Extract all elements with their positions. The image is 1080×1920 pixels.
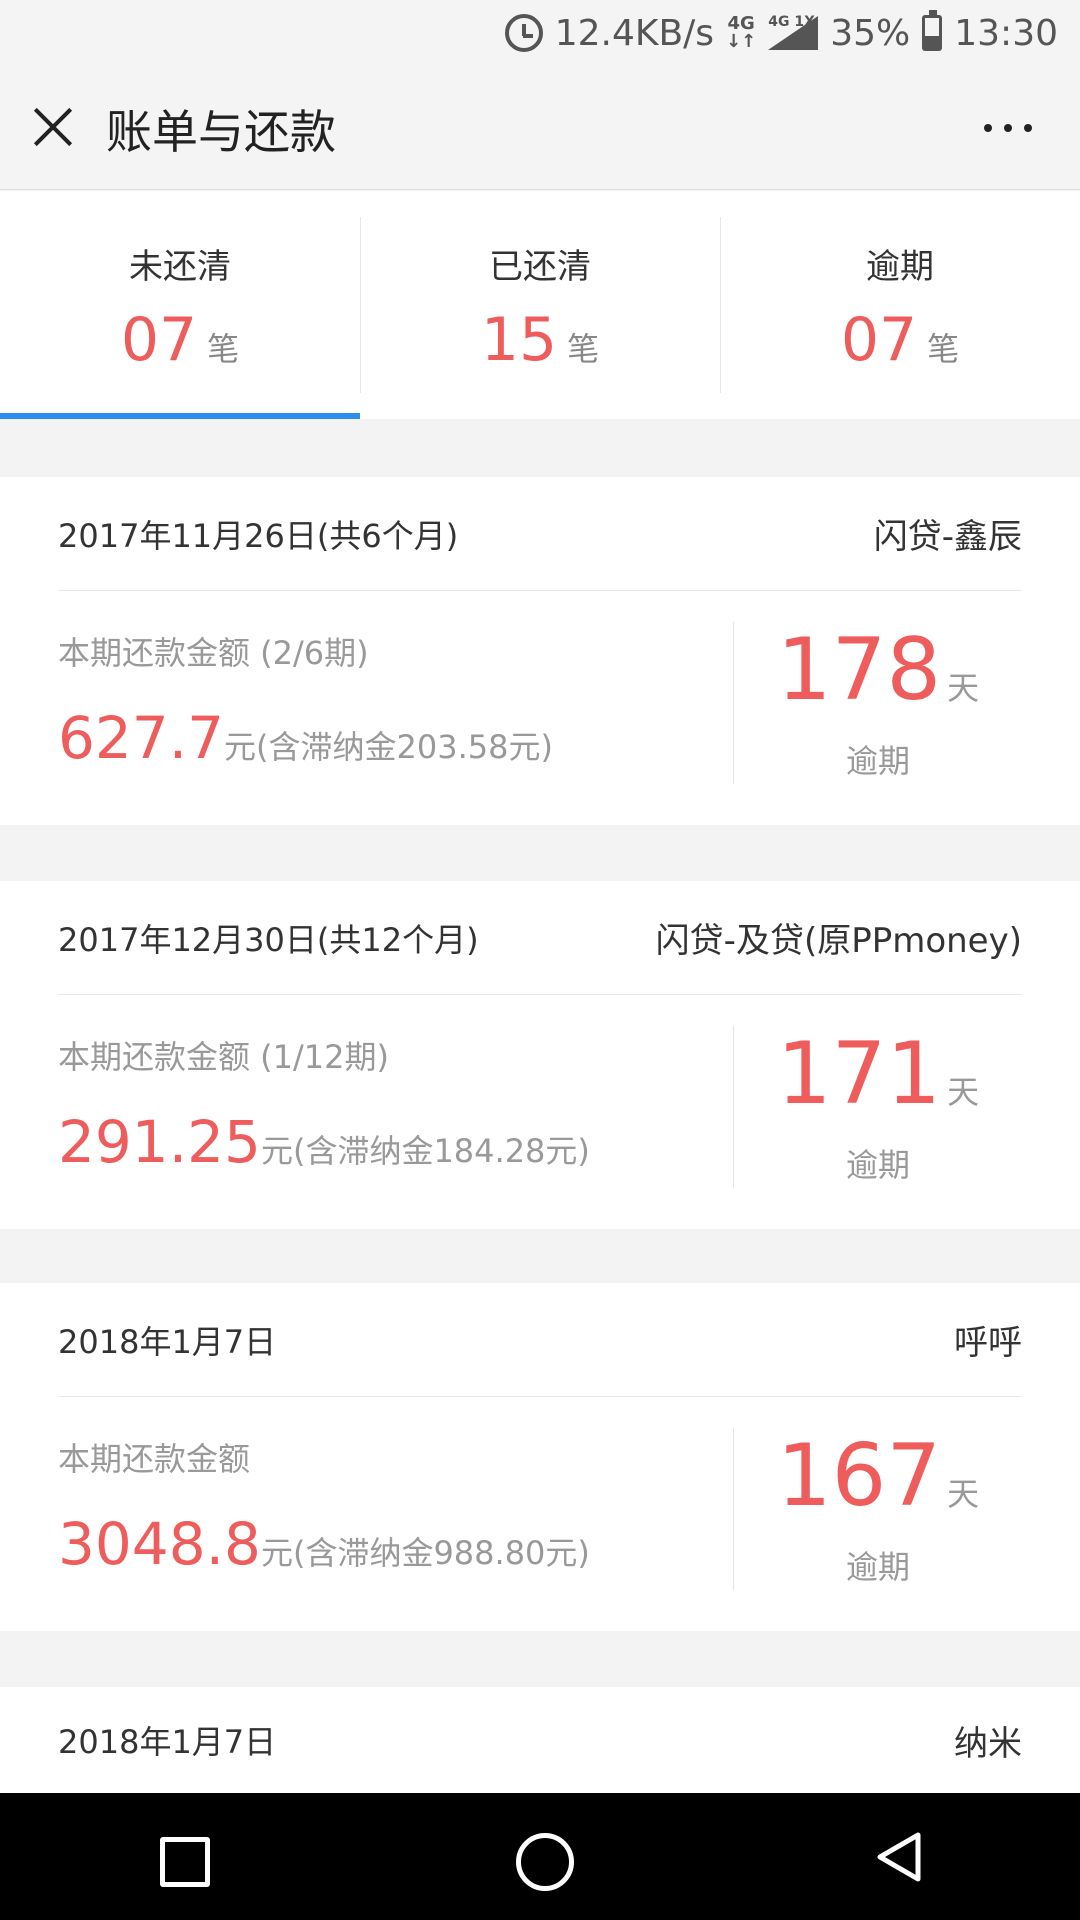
tab-count: 07	[840, 305, 918, 375]
tab-label: 已还清	[489, 247, 591, 287]
tab-unit: 笔	[567, 330, 600, 368]
bill-card-body: 本期还款金额 3048.8 元(含滞纳金988.80元) 167 天 逾期	[58, 1398, 1022, 1630]
bill-date: 2018年1月7日	[58, 1723, 277, 1761]
bill-card-header: 2018年1月7日 纳米	[58, 1687, 1022, 1793]
bill-date: 2017年12月30日(共12个月)	[58, 920, 479, 959]
signal-icon: 4G 1X	[768, 14, 819, 50]
tab-count: 07	[120, 305, 198, 375]
back-icon[interactable]	[860, 1817, 940, 1897]
bill-lender: 呼呼	[954, 1323, 1022, 1363]
overdue-label: 逾期	[845, 742, 910, 780]
bill-status-tabs: 未还清 07 笔 已还清 15 笔 逾期 07 笔	[0, 191, 1080, 419]
amount-value: 627.7	[58, 704, 225, 772]
amount-label: 本期还款金额	[58, 1440, 251, 1478]
amount-note: 元(含滞纳金203.58元)	[224, 728, 553, 766]
clock: 13:30	[954, 12, 1058, 54]
bill-card-header: 2017年12月30日(共12个月) 闪贷-及贷(原PPmoney)	[58, 881, 1022, 995]
tab-unit: 笔	[207, 330, 240, 368]
bill-date: 2018年1月7日	[58, 1322, 277, 1361]
tab-unpaid[interactable]: 未还清 07 笔	[0, 191, 360, 419]
network-type-icon: 4G ↓↑	[726, 13, 757, 52]
overdue-days: 171	[776, 1024, 942, 1124]
bill-lender: 纳米	[954, 1723, 1022, 1764]
bill-date: 2017年11月26日(共6个月)	[58, 516, 459, 555]
battery-percent: 35%	[830, 12, 911, 54]
tab-unit: 笔	[927, 330, 960, 368]
overdue-block: 171 天 逾期	[734, 996, 1022, 1228]
overdue-block: 178 天 逾期	[734, 592, 1022, 824]
bill-card[interactable]: 2017年12月30日(共12个月) 闪贷-及贷(原PPmoney) 本期还款金…	[0, 881, 1080, 1229]
amount-note: 元(含滞纳金184.28元)	[260, 1132, 590, 1170]
amount-note: 元(含滞纳金988.80元)	[260, 1534, 590, 1572]
recent-apps-icon[interactable]	[140, 1817, 220, 1897]
tab-paid[interactable]: 已还清 15 笔	[360, 191, 720, 419]
tab-overdue[interactable]: 逾期 07 笔	[720, 191, 1080, 419]
amount-label: 本期还款金额 (1/12期)	[58, 1038, 390, 1076]
overdue-unit: 天	[947, 1073, 980, 1111]
amount-value: 291.25	[58, 1108, 261, 1176]
amount-label: 本期还款金额 (2/6期)	[58, 634, 369, 672]
overdue-unit: 天	[947, 669, 980, 707]
alarm-icon	[504, 14, 543, 52]
bill-card[interactable]: 2018年1月7日 呼呼 本期还款金额 3048.8 元(含滞纳金988.80元…	[0, 1283, 1080, 1631]
network-speed: 12.4KB/s	[554, 12, 715, 54]
system-nav-bar	[0, 1793, 1080, 1920]
bill-card-header: 2017年11月26日(共6个月) 闪贷-鑫辰	[58, 477, 1022, 591]
overdue-label: 逾期	[845, 1146, 910, 1184]
tab-label: 未还清	[129, 247, 231, 287]
overdue-days: 167	[776, 1426, 942, 1526]
overdue-label: 逾期	[845, 1548, 910, 1586]
bill-card-body: 本期还款金额 (1/12期) 291.25 元(含滞纳金184.28元) 171…	[58, 996, 1022, 1228]
bill-lender: 闪贷-及贷(原PPmoney)	[655, 921, 1022, 961]
home-icon[interactable]	[500, 1817, 580, 1897]
battery-icon	[922, 10, 943, 51]
page-title: 账单与还款	[106, 105, 336, 159]
tab-count: 15	[480, 305, 558, 375]
overdue-block: 167 天 逾期	[734, 1398, 1022, 1630]
bill-card[interactable]: 2018年1月7日 纳米	[0, 1687, 1080, 1793]
tab-label: 逾期	[866, 247, 934, 287]
amount-value: 3048.8	[58, 1510, 261, 1578]
bill-card-body: 本期还款金额 (2/6期) 627.7 元(含滞纳金203.58元) 178 天…	[58, 592, 1022, 824]
bill-card[interactable]: 2017年11月26日(共6个月) 闪贷-鑫辰 本期还款金额 (2/6期) 62…	[0, 477, 1080, 825]
more-options-icon[interactable]	[984, 124, 1032, 132]
bill-card-header: 2018年1月7日 呼呼	[58, 1283, 1022, 1397]
close-icon[interactable]	[32, 106, 74, 148]
overdue-unit: 天	[947, 1475, 980, 1513]
bill-lender: 闪贷-鑫辰	[873, 517, 1022, 557]
overdue-days: 178	[776, 620, 942, 720]
status-bar: 12.4KB/s 4G ↓↑ 4G 1X 35% 13:30	[0, 0, 1080, 66]
app-header: 账单与还款	[0, 66, 1080, 190]
